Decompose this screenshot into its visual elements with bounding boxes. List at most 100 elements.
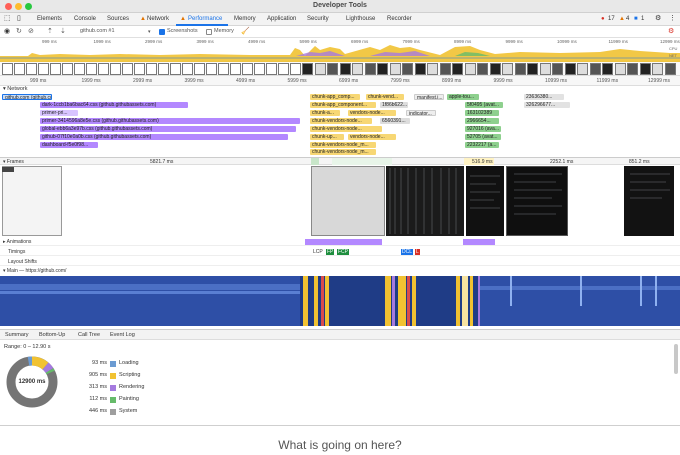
filmstrip-thumbnail[interactable] (170, 63, 181, 75)
settings-gear-icon[interactable]: ⚙ (655, 14, 661, 22)
frame-duration[interactable]: 851.2 ms (629, 159, 650, 165)
animation-bar[interactable] (305, 239, 382, 245)
tab-sources[interactable]: Sources (107, 16, 129, 22)
network-request-bar[interactable]: indicator... (406, 110, 436, 116)
network-request-bar[interactable]: 23636380... (524, 94, 564, 100)
filmstrip-thumbnail[interactable] (290, 63, 301, 75)
frame-duration[interactable]: 5821.7 ms (150, 159, 173, 165)
timing-marker-fp[interactable]: FP (326, 249, 335, 255)
network-request-bar[interactable]: 163102389 (465, 110, 499, 116)
filmstrip-thumbnail[interactable] (122, 63, 133, 75)
frame-marker[interactable] (311, 158, 319, 165)
filmstrip-thumbnail[interactable] (158, 63, 169, 75)
filmstrip-thumbnail[interactable] (74, 63, 85, 75)
upload-icon[interactable]: ⇡ (47, 27, 53, 35)
network-request-bar[interactable]: chunk-vendors-node... (310, 118, 372, 124)
filmstrip-thumbnail[interactable] (627, 63, 638, 75)
summary-scrollbar[interactable] (674, 344, 678, 374)
filmstrip-thumbnail[interactable] (50, 63, 61, 75)
filmstrip-thumbnail[interactable] (477, 63, 488, 75)
network-request-bar[interactable]: 927016 (ava... (465, 126, 501, 132)
network-request-bar[interactable]: chunk-a... (310, 110, 340, 116)
filmstrip-thumbnail[interactable] (577, 63, 588, 75)
tab-network[interactable]: Network (147, 16, 169, 22)
more-options-icon[interactable]: ⋮ (669, 14, 676, 22)
frames-track-header[interactable]: ▾ Frames 5821.7 ms 516.9 ms 2252.1 ms 85… (0, 157, 680, 165)
filmstrip-thumbnail[interactable] (539, 63, 551, 75)
network-request-bar[interactable]: 1f86b622... (380, 102, 408, 108)
network-request-bar[interactable]: chunk-vend... (366, 94, 404, 100)
capture-settings-icon[interactable]: ⚙ (668, 27, 674, 35)
filmstrip-thumbnail[interactable] (302, 63, 313, 75)
tab-application[interactable]: Application (267, 16, 296, 22)
timing-marker-dcl[interactable]: DCL (401, 249, 414, 255)
network-request-bar[interactable]: 52705 (avat... (465, 134, 501, 140)
timing-marker-lcp[interactable]: LCP (312, 249, 324, 255)
timing-marker-fcp[interactable]: FCP (337, 249, 349, 255)
filmstrip-thumbnail[interactable] (62, 63, 73, 75)
filmstrip-thumbnail[interactable] (639, 63, 651, 75)
filmstrip-thumbnail[interactable] (464, 63, 476, 75)
tab-bottom-up[interactable]: Bottom-Up (39, 332, 65, 338)
filmstrip-thumbnail[interactable] (427, 63, 438, 75)
filmstrip-thumbnail[interactable] (489, 63, 501, 75)
filmstrip-thumbnail[interactable] (254, 63, 265, 75)
error-count[interactable]: 17 (608, 16, 615, 22)
timing-marker-load[interactable]: L (415, 249, 420, 255)
network-request-bar[interactable]: chunk-vendors-node... (310, 126, 382, 132)
filmstrip-thumbnail[interactable] (377, 63, 388, 75)
tab-summary[interactable]: Summary (5, 332, 29, 338)
filmstrip-thumbnail[interactable] (414, 63, 426, 75)
filmstrip-thumbnail[interactable] (364, 63, 376, 75)
frame-marker[interactable] (332, 158, 392, 165)
network-request-bar[interactable]: github.com (github.com) (2, 94, 52, 100)
animation-bar[interactable] (463, 239, 495, 245)
network-request-bar[interactable]: 326296677... (524, 102, 570, 108)
network-request-bar[interactable]: 2966654... (465, 118, 499, 124)
filmstrip-thumbnail[interactable] (527, 63, 538, 75)
network-track-label[interactable]: ▾ Network (3, 86, 27, 92)
filmstrip-thumbnail[interactable] (182, 63, 193, 75)
reload-record-icon[interactable]: ↻ (16, 27, 22, 35)
filmstrip-thumbnail[interactable] (614, 63, 626, 75)
filmstrip-thumbnail[interactable] (564, 63, 576, 75)
frame-duration[interactable]: 2252.1 ms (550, 159, 573, 165)
tab-lighthouse[interactable]: Lighthouse (346, 16, 375, 22)
frame-screenshot[interactable] (311, 166, 385, 236)
main-thread-flame-chart[interactable] (0, 276, 680, 326)
broom-collect-garbage-icon[interactable]: 🧹 (241, 27, 250, 35)
network-request-bar[interactable]: chunk-app_component... (310, 102, 376, 108)
main-thread-label[interactable]: ▾ Main — https://github.com/ (3, 268, 66, 274)
tab-console[interactable]: Console (74, 16, 96, 22)
frame-screenshot[interactable] (2, 166, 62, 236)
filmstrip-thumbnail[interactable] (86, 63, 97, 75)
filmstrip-thumbnail[interactable] (218, 63, 229, 75)
tab-recorder[interactable]: Recorder (387, 16, 412, 22)
network-request-bar[interactable]: dashboard-f5e0f98... (40, 142, 98, 148)
network-request-bar[interactable]: apple-tou... (447, 94, 479, 100)
filmstrip-thumbnail[interactable] (98, 63, 109, 75)
filmstrip-thumbnail[interactable] (402, 63, 413, 75)
filmstrip-thumbnail[interactable] (314, 63, 326, 75)
warning-count[interactable]: 4 (626, 16, 629, 22)
network-request-bar[interactable]: 2232217 (a... (465, 142, 499, 148)
network-request-bar[interactable]: primer-3414596a8e5e.css (github.githubas… (40, 118, 300, 124)
filmstrip-thumbnail[interactable] (26, 63, 37, 75)
network-request-bar[interactable]: primer-pri... (40, 110, 78, 116)
filmstrip-thumbnail[interactable] (514, 63, 526, 75)
filmstrip-thumbnail[interactable] (452, 63, 463, 75)
tab-memory[interactable]: Memory (234, 16, 256, 22)
filmstrip-thumbnail[interactable] (502, 63, 513, 75)
network-request-bar[interactable]: chunk-vendors-node_m... (310, 142, 376, 148)
network-request-bar[interactable]: manifest.j... (414, 94, 444, 100)
info-count[interactable]: 1 (641, 16, 644, 22)
filmstrip-thumbnail[interactable] (327, 63, 338, 75)
timeline-overview[interactable]: 999 ms 1999 ms 2999 ms 3999 ms 4999 ms 5999 m… (0, 38, 680, 62)
screenshots-checkbox[interactable] (159, 29, 165, 35)
record-icon[interactable]: ◉ (4, 27, 10, 35)
network-request-bar[interactable]: vendors-node... (348, 134, 396, 140)
network-request-bar[interactable]: global-ebb6a3e97b.css (github.githubasse… (40, 126, 296, 132)
animations-track-label[interactable]: ▸ Animations (3, 239, 31, 245)
filmstrip-thumbnail[interactable] (589, 63, 601, 75)
filmstrip-thumbnail[interactable] (206, 63, 217, 75)
